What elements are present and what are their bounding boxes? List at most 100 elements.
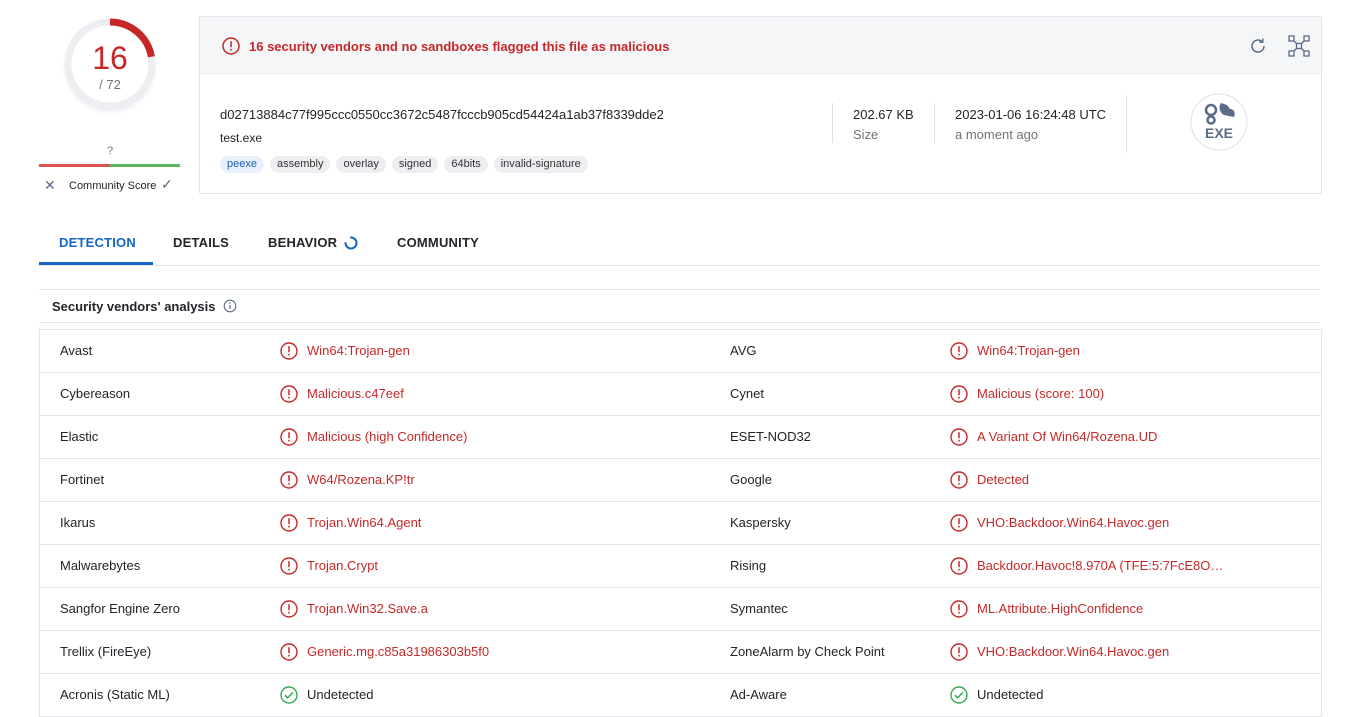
- tab-community[interactable]: COMMUNITY: [397, 235, 479, 250]
- tab-behavior[interactable]: BEHAVIOR: [268, 235, 337, 250]
- file-tag[interactable]: 64bits: [444, 156, 488, 173]
- section-title: Security vendors' analysis: [52, 299, 216, 314]
- vendor-result: Trojan.Win64.Agent: [307, 515, 422, 530]
- vendor-name: Kaspersky: [730, 515, 791, 530]
- community-score-bar: [39, 164, 180, 167]
- file-summary-card: 16 security vendors and no sandboxes fla…: [199, 16, 1322, 194]
- vendor-name: ZoneAlarm by Check Point: [730, 644, 885, 659]
- alert-circle-icon: [950, 428, 968, 446]
- reload-icon[interactable]: [1247, 35, 1269, 57]
- vendor-result: Undetected: [307, 687, 374, 702]
- vendor-result: Win64:Trojan-gen: [977, 343, 1080, 358]
- vendor-result: W64/Rozena.KP!tr: [307, 472, 415, 487]
- alert-circle-icon: [280, 643, 298, 661]
- detection-count: 16: [92, 40, 128, 76]
- alert-circle-icon: [280, 471, 298, 489]
- alert-circle-icon: [950, 514, 968, 532]
- alert-circle-icon: [950, 600, 968, 618]
- graph-icon[interactable]: [1287, 34, 1311, 58]
- alert-circle-icon: [222, 37, 240, 55]
- file-hash[interactable]: d02713884c77f995ccc0550cc3672c5487fcccb9…: [220, 107, 664, 122]
- vendor-name: Ad-Aware: [730, 687, 787, 702]
- vendor-result: Generic.mg.c85a31986303b5f0: [307, 644, 490, 659]
- vendor-name: Sangfor Engine Zero: [60, 601, 180, 616]
- vendor-result: Malicious.c47eef: [307, 386, 404, 401]
- file-tag[interactable]: signed: [391, 156, 439, 173]
- vendor-result: Malicious (high Confidence): [307, 429, 468, 444]
- vendor-result: Trojan.Win32.Save.a: [307, 601, 428, 616]
- alert-circle-icon: [280, 385, 298, 403]
- analysis-date: 2023-01-06 16:24:48 UTC: [955, 107, 1107, 122]
- vendor-result: Win64:Trojan-gen: [307, 343, 410, 358]
- divider: [39, 265, 1320, 266]
- vendor-result: A Variant Of Win64/Rozena.UD: [977, 429, 1158, 444]
- alert-circle-icon: [950, 643, 968, 661]
- vendor-name: Avast: [60, 343, 93, 358]
- vendor-name: Ikarus: [60, 515, 96, 530]
- tab-details[interactable]: DETAILS: [173, 235, 229, 250]
- table-row: Acronis (Static ML) Undetected Ad-Aware …: [40, 674, 1321, 717]
- tab-detection[interactable]: DETECTION: [59, 235, 136, 250]
- alert-circle-icon: [280, 342, 298, 360]
- vendor-name: Fortinet: [60, 472, 105, 487]
- vendor-result: Detected: [977, 472, 1030, 487]
- file-tags: peexe assembly overlay signed 64bits inv…: [220, 156, 588, 173]
- vendor-result: Undetected: [977, 687, 1044, 702]
- file-size-value: 202.67 KB: [853, 107, 914, 122]
- loading-spinner-icon: [344, 236, 358, 250]
- alert-circle-icon: [280, 557, 298, 575]
- analysis-date-relative: a moment ago: [955, 127, 1039, 142]
- check-circle-icon: [280, 686, 298, 704]
- vendor-result: VHO:Backdoor.Win64.Havoc.gen: [977, 644, 1170, 659]
- vendor-name: Rising: [730, 558, 767, 573]
- table-row: Malwarebytes Trojan.Crypt Rising Backdoo…: [40, 545, 1321, 588]
- vendor-result: Trojan.Crypt: [307, 558, 379, 573]
- community-score-value: ?: [106, 145, 114, 157]
- vendor-name: ESET-NOD32: [730, 429, 811, 444]
- vendor-name: AVG: [730, 343, 757, 358]
- alert-circle-icon: [950, 385, 968, 403]
- vendor-name: Trellix (FireEye): [60, 644, 152, 659]
- file-tag[interactable]: overlay: [336, 156, 386, 173]
- vendor-analysis-table: Avast Win64:Trojan-gen AVG Win64:Trojan-…: [39, 329, 1322, 717]
- vendor-result: Malicious (score: 100): [977, 386, 1105, 401]
- vendor-name: Acronis (Static ML): [60, 687, 170, 702]
- info-icon[interactable]: [223, 299, 237, 313]
- table-row: Cybereason Malicious.c47eef Cynet Malici…: [40, 373, 1321, 416]
- alert-circle-icon: [280, 514, 298, 532]
- alert-circle-icon: [950, 342, 968, 360]
- file-size-label: Size: [853, 127, 879, 142]
- alert-circle-icon: [950, 471, 968, 489]
- alert-circle-icon: [280, 600, 298, 618]
- exe-icon-label: EXE: [1205, 125, 1233, 141]
- vendor-name: Cybereason: [60, 386, 131, 401]
- check-circle-icon: [950, 686, 968, 704]
- divider: [39, 289, 1320, 290]
- divider: [934, 103, 935, 143]
- table-row: Sangfor Engine Zero Trojan.Win32.Save.a …: [40, 588, 1321, 631]
- close-icon[interactable]: ✕: [44, 177, 56, 194]
- community-score-label: Community Score: [69, 180, 157, 192]
- file-tag[interactable]: peexe: [220, 156, 264, 173]
- vendor-name: Malwarebytes: [60, 558, 141, 573]
- table-row: Trellix (FireEye) Generic.mg.c85a3198630…: [40, 631, 1321, 674]
- detection-banner: 16 security vendors and no sandboxes fla…: [200, 17, 1321, 74]
- file-name: test.exe: [220, 131, 263, 145]
- file-tag[interactable]: assembly: [269, 156, 331, 173]
- vendor-name: Cynet: [730, 386, 764, 401]
- detection-total: / 72: [99, 77, 121, 92]
- vendor-result: ML.Attribute.HighConfidence: [977, 601, 1144, 616]
- vendor-result: VHO:Backdoor.Win64.Havoc.gen: [977, 515, 1170, 530]
- alert-circle-icon: [950, 557, 968, 575]
- alert-circle-icon: [280, 428, 298, 446]
- detection-banner-text: 16 security vendors and no sandboxes fla…: [249, 39, 670, 54]
- vendor-name: Google: [730, 472, 772, 487]
- vendor-result: Backdoor.Havoc!8.970A (TFE:5:7FcE8O…: [977, 558, 1224, 573]
- divider: [832, 103, 833, 143]
- table-row: Avast Win64:Trojan-gen AVG Win64:Trojan-…: [40, 330, 1321, 373]
- file-tag[interactable]: invalid-signature: [493, 156, 588, 173]
- table-row: Ikarus Trojan.Win64.Agent Kaspersky VHO:…: [40, 502, 1321, 545]
- check-icon[interactable]: ✓: [161, 176, 173, 193]
- table-row: Elastic Malicious (high Confidence) ESET…: [40, 416, 1321, 459]
- divider: [39, 322, 1320, 323]
